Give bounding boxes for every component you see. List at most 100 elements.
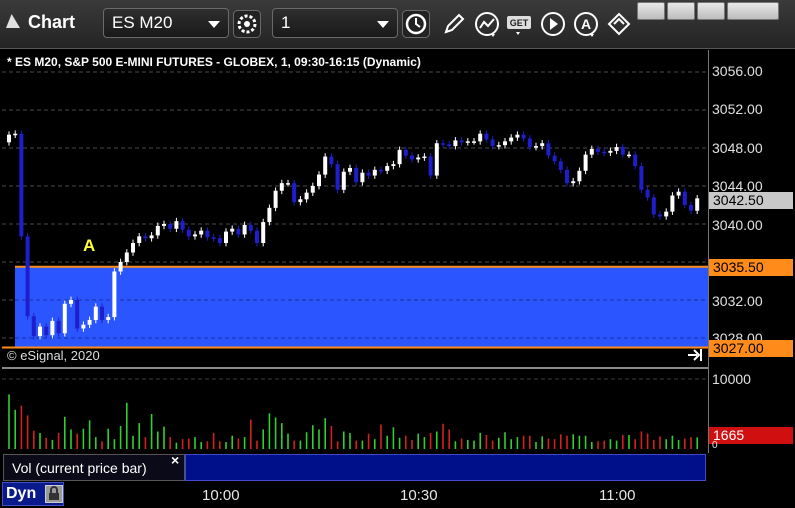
close-window-button[interactable] — [727, 2, 779, 20]
price-tick: 3056.00 — [712, 63, 763, 79]
volume-max-tick: 10000 — [712, 371, 751, 387]
candle-body — [50, 320, 55, 336]
chart-app-icon — [6, 14, 20, 28]
candle-body — [658, 214, 662, 217]
candle-body — [496, 145, 501, 147]
maximize-window-button[interactable] — [697, 2, 725, 20]
toolbar: Chart ES M20 1 GET A — [0, 0, 795, 49]
pane-divider[interactable] — [2, 367, 795, 369]
price-tick: 3040.00 — [712, 217, 763, 233]
candle-body — [453, 140, 458, 147]
candle-body — [279, 183, 284, 191]
candle-body — [596, 148, 600, 152]
candle-body — [540, 143, 545, 147]
studies-chart-icon[interactable] — [473, 10, 501, 38]
candle-body — [335, 164, 340, 190]
candle-body — [428, 156, 433, 176]
candle-body — [317, 174, 321, 186]
candle-body — [416, 157, 421, 160]
candle-body — [292, 183, 297, 203]
restore-window-button[interactable] — [637, 2, 665, 20]
upper-band-tag: 3035.50 — [709, 259, 793, 276]
jump-to-end-icon[interactable] — [686, 348, 704, 362]
symbol-selector[interactable]: ES M20 — [103, 8, 229, 38]
dynamic-mode-button[interactable]: Dyn — [2, 482, 64, 506]
candle-body — [174, 221, 179, 229]
candle-body — [93, 306, 98, 320]
candle-body — [310, 186, 315, 193]
candle-body — [670, 195, 675, 212]
candle-body — [286, 183, 290, 185]
candle-body — [490, 139, 495, 147]
play-icon[interactable] — [539, 10, 567, 38]
candle-body — [112, 271, 117, 318]
tile-window-button[interactable] — [667, 2, 695, 20]
candle-body — [186, 229, 191, 237]
candle-body — [87, 319, 92, 325]
candle-body — [199, 230, 204, 235]
candle-body — [13, 133, 18, 136]
candle-body — [459, 140, 464, 143]
candle-body — [131, 243, 135, 253]
window-title: Chart — [28, 12, 76, 32]
svg-text:A: A — [581, 16, 591, 32]
candle-body — [478, 133, 483, 142]
candle-body — [558, 161, 563, 170]
candle-body — [534, 146, 538, 148]
candle-body — [267, 207, 272, 223]
lock-icon[interactable] — [45, 485, 63, 503]
study-panel-bar[interactable] — [185, 454, 706, 481]
candle-body — [224, 231, 228, 243]
candle-body — [484, 133, 489, 140]
candle-body — [583, 154, 588, 171]
candle-body — [689, 205, 693, 211]
candle-body — [193, 234, 197, 237]
clock-icon[interactable] — [402, 10, 430, 38]
candle-body — [589, 148, 594, 155]
candle-body — [75, 300, 80, 329]
candle-body — [255, 230, 259, 243]
candle-body — [664, 211, 669, 217]
price-pane[interactable]: * ES M20, S&P 500 E-MINI FUTURES - GLOBE… — [2, 50, 708, 367]
get-data-icon[interactable]: GET — [506, 10, 534, 38]
time-axis[interactable]: 10:00 10:30 11:00 — [66, 482, 708, 508]
candle-body — [354, 167, 359, 183]
price-axis[interactable]: 3056.00 3052.00 3048.00 3044.00 3040.00 … — [708, 50, 795, 455]
candle-body — [323, 156, 328, 175]
candle-body — [168, 224, 173, 229]
candle-body — [366, 172, 371, 176]
close-study-icon[interactable]: × — [171, 452, 179, 468]
candle-body — [100, 306, 104, 320]
settings-gear-icon[interactable] — [233, 10, 261, 38]
candle-body — [565, 169, 569, 184]
candle-body — [620, 147, 625, 155]
candle-body — [602, 151, 607, 154]
candle-body — [546, 143, 551, 156]
candle-body — [69, 300, 73, 304]
alert-icon[interactable]: A — [572, 10, 600, 38]
interval-selector[interactable]: 1 — [272, 8, 398, 38]
candle-body — [682, 191, 687, 205]
time-tick: 11:00 — [599, 487, 636, 504]
price-tick: 3048.00 — [712, 140, 763, 156]
candle-body — [298, 199, 303, 203]
pencil-draw-icon[interactable] — [440, 10, 468, 38]
volume-pane[interactable] — [2, 369, 708, 453]
candle-body — [124, 252, 129, 262]
candle-body — [639, 166, 644, 190]
volume-chart — [2, 378, 708, 449]
candle-body — [645, 189, 650, 198]
candle-body — [397, 149, 402, 165]
current-volume-tag: 1665 — [709, 427, 793, 444]
candle-body — [248, 224, 253, 231]
candle-body — [385, 166, 390, 171]
dynamic-mode-label: Dyn — [6, 485, 37, 502]
candle-body — [162, 224, 166, 226]
study-tab[interactable]: Vol (current price bar) — [3, 454, 185, 481]
link-icon[interactable] — [605, 10, 633, 38]
candle-body — [143, 236, 148, 239]
candle-body — [230, 228, 235, 232]
candle-body — [608, 150, 613, 153]
candle-body — [25, 236, 30, 317]
candle-body — [465, 141, 470, 143]
